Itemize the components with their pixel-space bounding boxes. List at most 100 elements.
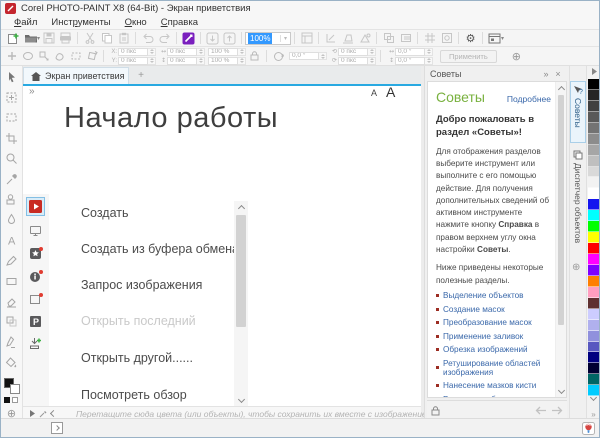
- hint-link-apply-fills[interactable]: Применение заливок: [436, 332, 551, 341]
- save-button[interactable]: [40, 31, 57, 46]
- rotation-spinner[interactable]: [319, 52, 327, 60]
- scrollbar-thumb[interactable]: [558, 95, 564, 325]
- skew-y-field[interactable]: 0,0 °: [395, 57, 425, 65]
- new-document-button[interactable]: [5, 31, 22, 46]
- image-adjustment-button[interactable]: [356, 31, 373, 46]
- welcome-item-open-other[interactable]: Открыть другой......: [81, 351, 193, 365]
- rotation-field[interactable]: 0,0 °: [289, 52, 319, 60]
- width-spinner[interactable]: [197, 48, 205, 56]
- size-w-field[interactable]: 0 пкс: [338, 48, 368, 56]
- import-button[interactable]: [204, 31, 221, 46]
- tab-welcome-screen[interactable]: Экран приветствия: [23, 67, 129, 84]
- resample-button[interactable]: [380, 31, 397, 46]
- palette-swatch[interactable]: [588, 287, 599, 298]
- paste-special-button[interactable]: [180, 31, 197, 46]
- proof-colors-button[interactable]: [438, 31, 455, 46]
- palette-swatch[interactable]: [588, 221, 599, 232]
- new-tab-button[interactable]: +: [135, 70, 147, 82]
- clone-tool-icon[interactable]: [3, 190, 21, 208]
- palette-eyedropper-icon[interactable]: [39, 410, 47, 418]
- nav-workspace-icon[interactable]: [27, 222, 44, 239]
- scale-y-field[interactable]: 100 %: [208, 57, 238, 65]
- mask-rotate-button[interactable]: [84, 49, 99, 64]
- palette-scroll-left-icon[interactable]: [50, 410, 57, 417]
- rectangle-tool-icon[interactable]: [3, 272, 21, 290]
- correct-perspective-button[interactable]: [339, 31, 356, 46]
- reset-colors-swatch[interactable]: [4, 397, 10, 403]
- size-h-field[interactable]: 0 пкс: [338, 57, 368, 65]
- scale-y-spinner[interactable]: [238, 57, 246, 65]
- forward-arrow-icon[interactable]: [551, 406, 563, 415]
- nav-updates-icon[interactable]: [27, 335, 44, 352]
- skew-y-spinner[interactable]: [425, 57, 433, 65]
- hint-link-crop-images[interactable]: Обрезка изображений: [436, 345, 551, 354]
- lock-icon[interactable]: [431, 406, 440, 416]
- color-control-area[interactable]: [2, 378, 22, 403]
- fill-tool-icon[interactable]: [3, 353, 21, 371]
- nav-getting-started-icon[interactable]: [27, 198, 44, 215]
- width-field[interactable]: 0 пкс: [167, 48, 197, 56]
- paste-button[interactable]: [115, 31, 132, 46]
- size-h-spinner[interactable]: [368, 57, 376, 65]
- welcome-item-new-from-clipboard[interactable]: Создать из буфера обмена: [81, 242, 239, 256]
- apply-button[interactable]: Применить: [440, 50, 497, 63]
- palette-swatch[interactable]: [588, 265, 599, 276]
- hint-link-draw-objects[interactable]: Рисование объектов: [436, 395, 551, 397]
- crop-tool-icon[interactable]: [3, 129, 21, 147]
- palette-scroll-down-icon[interactable]: [587, 389, 600, 407]
- welcome-list-scrollbar[interactable]: [234, 201, 248, 406]
- mask-freehand-button[interactable]: [52, 49, 67, 64]
- print-button[interactable]: [57, 31, 74, 46]
- palette-swatch[interactable]: [588, 276, 599, 287]
- hint-link-select-objects[interactable]: Выделение объектов: [436, 291, 551, 300]
- y-spinner[interactable]: [148, 57, 156, 65]
- palette-swatch[interactable]: [588, 254, 599, 265]
- position-x-field[interactable]: 0 пкс: [118, 48, 148, 56]
- docker-tab-object-manager[interactable]: Диспетчер объектов: [570, 147, 586, 255]
- size-w-spinner[interactable]: [368, 48, 376, 56]
- font-size-small-button[interactable]: A: [371, 88, 377, 98]
- position-y-field[interactable]: 0 пкс: [118, 57, 148, 65]
- palette-swatch[interactable]: [588, 331, 599, 342]
- palette-swatch[interactable]: [588, 134, 599, 145]
- nav-membership-icon[interactable]: P: [27, 313, 44, 330]
- scroll-up-button[interactable]: [556, 82, 566, 94]
- background-color-swatch[interactable]: [10, 384, 20, 394]
- palette-swatch[interactable]: [588, 123, 599, 134]
- skew-x-spinner[interactable]: [425, 48, 433, 56]
- dockers-quick-customize-icon[interactable]: ⊕: [572, 262, 580, 273]
- straighten-image-button[interactable]: [322, 31, 339, 46]
- docker-collapse-icon[interactable]: »: [540, 69, 552, 79]
- palette-swatch[interactable]: [588, 177, 599, 188]
- palette-flyout-icon[interactable]: [587, 68, 600, 75]
- welcome-item-open-recent[interactable]: Открыть последний: [81, 314, 196, 328]
- nav-gallery-icon[interactable]: [27, 291, 44, 308]
- object-transparency-tool-icon[interactable]: [3, 313, 21, 331]
- menu-tools[interactable]: Инструменты: [44, 17, 117, 28]
- docker-close-icon[interactable]: ×: [552, 69, 564, 79]
- welcome-item-take-tour[interactable]: Посмотреть обзор: [81, 388, 187, 402]
- mask-add-button[interactable]: [4, 49, 19, 64]
- palette-swatch[interactable]: [588, 374, 599, 385]
- palette-swatch[interactable]: [588, 167, 599, 178]
- redo-button[interactable]: [156, 31, 173, 46]
- skew-x-field[interactable]: 0,0 °: [395, 48, 425, 56]
- options-button[interactable]: ⚙: [462, 31, 479, 46]
- palette-swatch[interactable]: [588, 320, 599, 331]
- welcome-item-acquire-image[interactable]: Запрос изображения: [81, 278, 202, 292]
- brush-tool-icon[interactable]: [3, 252, 21, 270]
- export-button[interactable]: [221, 31, 238, 46]
- hints-more-link[interactable]: Подробнее: [507, 94, 551, 104]
- palette-swatch[interactable]: [588, 243, 599, 254]
- undo-button[interactable]: [139, 31, 156, 46]
- scroll-up-button[interactable]: [234, 201, 248, 213]
- palette-swatch[interactable]: [588, 112, 599, 123]
- palette-swatch[interactable]: [588, 210, 599, 221]
- menu-window[interactable]: Окно: [118, 17, 154, 28]
- height-field[interactable]: 0 пкс: [167, 57, 197, 65]
- palette-swatch[interactable]: [588, 90, 599, 101]
- status-tool-hint-icon[interactable]: [51, 422, 63, 434]
- reset-colors-swatch-white[interactable]: [12, 397, 18, 403]
- height-spinner[interactable]: [197, 57, 205, 65]
- palette-flyout-icon[interactable]: [29, 410, 35, 417]
